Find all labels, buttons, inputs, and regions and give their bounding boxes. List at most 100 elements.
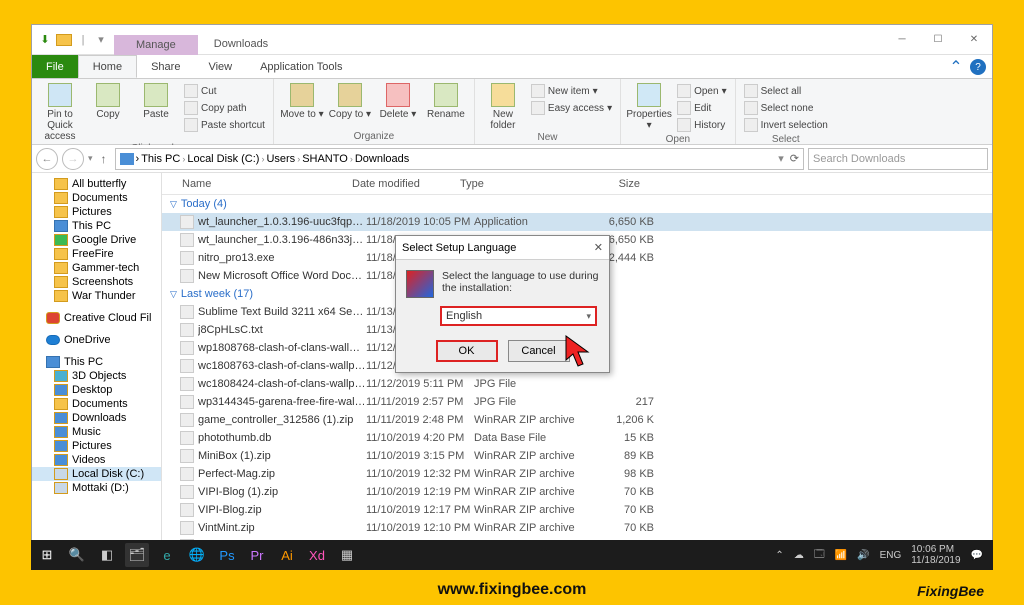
- edge-icon[interactable]: e: [155, 543, 179, 567]
- up-button[interactable]: ↑: [97, 152, 111, 166]
- nav-drive-d[interactable]: Mottaki (D:): [32, 481, 161, 495]
- new-folder-button[interactable]: New folder: [481, 81, 525, 131]
- xd-icon[interactable]: Xd: [305, 543, 329, 567]
- tray-chevron-icon[interactable]: ⌃: [775, 550, 783, 561]
- nav-creative-cloud[interactable]: Creative Cloud Fil: [32, 311, 161, 325]
- nav-onedrive[interactable]: OneDrive: [32, 333, 161, 347]
- nav-war-thunder[interactable]: War Thunder: [32, 289, 161, 303]
- address-dropdown-icon[interactable]: ▾: [778, 152, 784, 165]
- nav-videos[interactable]: Videos: [32, 453, 161, 467]
- rename-button[interactable]: Rename: [424, 81, 468, 120]
- nav-gammer-tech[interactable]: Gammer-tech: [32, 261, 161, 275]
- ribbon-collapse-icon[interactable]: ⌃: [944, 55, 968, 78]
- invert-selection-button[interactable]: Invert selection: [742, 117, 830, 133]
- nav-documents-2[interactable]: Documents: [32, 397, 161, 411]
- nav-desktop[interactable]: Desktop: [32, 383, 161, 397]
- nav-all-butterfly[interactable]: All butterfly: [32, 177, 161, 191]
- home-tab[interactable]: Home: [78, 55, 137, 78]
- easy-access-button[interactable]: Easy access ▾: [529, 100, 614, 116]
- app-icon[interactable]: ▦: [335, 543, 359, 567]
- cancel-button[interactable]: Cancel: [508, 340, 570, 362]
- nav-screenshots[interactable]: Screenshots: [32, 275, 161, 289]
- nav-pictures-2[interactable]: Pictures: [32, 439, 161, 453]
- crumb-shanto[interactable]: SHANTO›: [302, 153, 353, 165]
- help-icon[interactable]: ?: [970, 59, 986, 75]
- nav-downloads[interactable]: Downloads: [32, 411, 161, 425]
- volume-tray-icon[interactable]: 🔊: [857, 550, 869, 561]
- nav-documents[interactable]: Documents: [32, 191, 161, 205]
- forward-button[interactable]: →: [62, 148, 84, 170]
- paste-shortcut-button[interactable]: Paste shortcut: [182, 117, 267, 133]
- explorer-icon[interactable]: 🗂: [125, 543, 149, 567]
- chrome-icon[interactable]: 🌐: [185, 543, 209, 567]
- col-name[interactable]: Name: [162, 178, 352, 190]
- nav-pictures[interactable]: Pictures: [32, 205, 161, 219]
- nav-3d-objects[interactable]: 3D Objects: [32, 369, 161, 383]
- photoshop-icon[interactable]: Ps: [215, 543, 239, 567]
- maximize-button[interactable]: ☐: [920, 25, 956, 54]
- close-button[interactable]: ✕: [956, 25, 992, 54]
- file-row[interactable]: game_controller_312586 (1).zip11/11/2019…: [162, 411, 992, 429]
- copy-to-button[interactable]: Copy to ▾: [328, 81, 372, 120]
- breadcrumb[interactable]: › This PC› Local Disk (C:)› Users› SHANT…: [115, 148, 804, 170]
- nav-google-drive[interactable]: Google Drive: [32, 233, 161, 247]
- view-tab[interactable]: View: [194, 55, 246, 78]
- premiere-icon[interactable]: Pr: [245, 543, 269, 567]
- nav-drive-c[interactable]: Local Disk (C:): [32, 467, 161, 481]
- recent-locations-button[interactable]: ▾: [88, 153, 93, 164]
- file-tab[interactable]: File: [32, 55, 78, 78]
- file-row[interactable]: photothumb.db11/10/2019 4:20 PMData Base…: [162, 429, 992, 447]
- select-none-button[interactable]: Select none: [742, 100, 830, 116]
- notification-icon[interactable]: 💬: [971, 550, 983, 561]
- dialog-close-button[interactable]: ✕: [583, 241, 603, 254]
- language-tray[interactable]: ENG: [880, 550, 902, 561]
- group-header[interactable]: ▽ Today (4): [162, 195, 992, 213]
- paste-button[interactable]: Paste: [134, 81, 178, 120]
- file-row[interactable]: wp3144345-garena-free-fire-wallpapers.j.…: [162, 393, 992, 411]
- col-type[interactable]: Type: [460, 178, 570, 190]
- column-headers[interactable]: Name Date modified Type Size: [162, 173, 992, 195]
- nav-freefire[interactable]: FreeFire: [32, 247, 161, 261]
- qat-chevron-icon[interactable]: ▾: [94, 33, 108, 47]
- cut-button[interactable]: Cut: [182, 83, 267, 99]
- crumb-this-pc[interactable]: This PC›: [141, 153, 185, 165]
- new-item-button[interactable]: New item ▾: [529, 83, 614, 99]
- nav-music[interactable]: Music: [32, 425, 161, 439]
- col-size[interactable]: Size: [570, 178, 650, 190]
- illustrator-icon[interactable]: Ai: [275, 543, 299, 567]
- pin-quick-access-button[interactable]: Pin to Quick access: [38, 81, 82, 142]
- down-arrow-icon[interactable]: ⬇: [38, 33, 52, 47]
- language-select[interactable]: English ▾: [440, 306, 597, 326]
- crumb-users[interactable]: Users›: [266, 153, 300, 165]
- delete-button[interactable]: Delete ▾: [376, 81, 420, 120]
- file-row[interactable]: wc1808424-clash-of-clans-wallpapers.jpg1…: [162, 375, 992, 393]
- task-view-icon[interactable]: ◧: [95, 543, 119, 567]
- select-all-button[interactable]: Select all: [742, 83, 830, 99]
- search-icon[interactable]: 🔍: [65, 543, 89, 567]
- file-row[interactable]: Perfect-Mag.zip11/10/2019 12:32 PMWinRAR…: [162, 465, 992, 483]
- file-row[interactable]: wt_launcher_1.0.3.196-uuc3fqp81.exe11/18…: [162, 213, 992, 231]
- col-date[interactable]: Date modified: [352, 178, 460, 190]
- ok-button[interactable]: OK: [436, 340, 498, 362]
- open-button[interactable]: Open ▾: [675, 83, 729, 99]
- copy-button[interactable]: Copy: [86, 81, 130, 120]
- battery-tray-icon[interactable]: 🗔: [814, 547, 825, 564]
- minimize-button[interactable]: ─: [884, 25, 920, 54]
- nav-this-pc[interactable]: This PC: [32, 355, 161, 369]
- folder-icon[interactable]: [56, 34, 72, 46]
- nav-this-pc-pin[interactable]: This PC: [32, 219, 161, 233]
- history-button[interactable]: History: [675, 117, 729, 133]
- file-row[interactable]: VintMint.zip11/10/2019 12:10 PMWinRAR ZI…: [162, 519, 992, 537]
- properties-button[interactable]: Properties ▾: [627, 81, 671, 131]
- crumb-downloads[interactable]: Downloads: [355, 153, 409, 165]
- back-button[interactable]: ←: [36, 148, 58, 170]
- copy-path-button[interactable]: Copy path: [182, 100, 267, 116]
- search-input[interactable]: Search Downloads: [808, 148, 988, 170]
- file-row[interactable]: VIPI-Blog (1).zip11/10/2019 12:19 PMWinR…: [162, 483, 992, 501]
- edit-button[interactable]: Edit: [675, 100, 729, 116]
- move-to-button[interactable]: Move to ▾: [280, 81, 324, 120]
- wifi-tray-icon[interactable]: 📶: [835, 550, 847, 561]
- share-tab[interactable]: Share: [137, 55, 194, 78]
- file-row[interactable]: MiniBox (1).zip11/10/2019 3:15 PMWinRAR …: [162, 447, 992, 465]
- clock[interactable]: 10:06 PM11/18/2019: [911, 544, 960, 566]
